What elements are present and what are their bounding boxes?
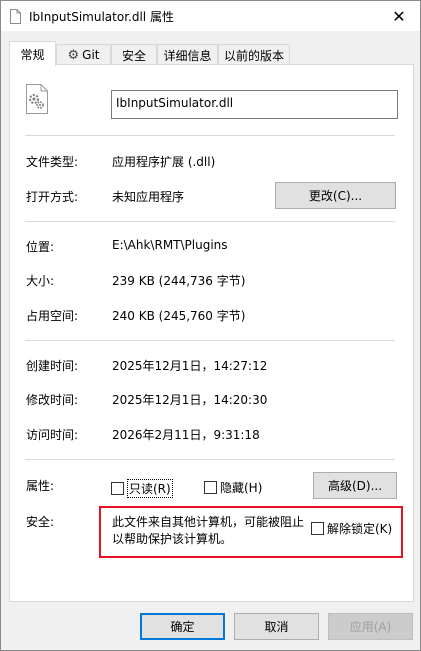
tab-previous-versions[interactable]: 以前的版本 [218, 44, 290, 65]
readonly-checkbox[interactable]: 只读(R) [111, 479, 173, 498]
open-with-value: 未知应用程序 [112, 190, 185, 204]
file-type-label: 文件类型: [26, 155, 79, 169]
file-icon [10, 9, 21, 24]
git-gear-icon: ⚙ [67, 47, 80, 63]
created-value: 2025年12月1日，14:27:12 [112, 359, 268, 373]
size-value: 239 KB (244,736 字节) [112, 274, 246, 288]
file-name-input[interactable]: IbInputSimulator.dll [111, 90, 398, 119]
accessed-value: 2026年2月11日，9:31:18 [112, 428, 260, 442]
tab-security[interactable]: 安全 [111, 44, 157, 65]
security-warning-text: 此文件来自其他计算机，可能被阻止 以帮助保护该计算机。 [112, 515, 305, 546]
hidden-checkbox-label: 隐藏(H) [220, 481, 263, 495]
attributes-label: 属性: [26, 479, 55, 493]
unblock-checkbox-label: 解除锁定(K) [327, 522, 393, 536]
security-label: 安全: [26, 515, 55, 529]
open-with-label: 打开方式: [26, 190, 79, 204]
checkbox-box[interactable] [204, 481, 217, 494]
tab-git[interactable]: ⚙ Git [56, 44, 111, 65]
tab-details[interactable]: 详细信息 [157, 44, 218, 65]
hidden-checkbox[interactable]: 隐藏(H) [204, 479, 262, 496]
change-button[interactable]: 更改(C)... [275, 182, 396, 209]
checkbox-box[interactable] [111, 482, 124, 495]
created-label: 创建时间: [26, 359, 79, 373]
divider [25, 221, 395, 222]
close-icon: ✕ [392, 6, 406, 26]
location-value: E:\Ahk\RMT\Plugins [112, 238, 228, 252]
close-button[interactable]: ✕ [378, 1, 420, 31]
properties-dialog: IbInputSimulator.dll 属性 ✕ 常规 ⚙ Git 安全 详细… [0, 0, 421, 651]
unblock-checkbox[interactable]: 解除锁定(K) [311, 520, 392, 537]
dll-file-gear-icon [26, 84, 48, 114]
title-bar[interactable]: IbInputSimulator.dll 属性 ✕ [1, 1, 420, 31]
window-title: IbInputSimulator.dll 属性 [29, 10, 174, 24]
checkbox-box[interactable] [311, 522, 324, 535]
accessed-label: 访问时间: [26, 428, 79, 442]
divider [25, 340, 395, 341]
size-label: 大小: [26, 274, 55, 288]
readonly-checkbox-label: 只读(R) [127, 479, 173, 498]
apply-button[interactable]: 应用(A) [328, 613, 413, 640]
location-label: 位置: [26, 240, 55, 254]
modified-value: 2025年12月1日，14:20:30 [112, 393, 268, 407]
modified-label: 修改时间: [26, 393, 79, 407]
advanced-button[interactable]: 高级(D)... [313, 472, 397, 499]
divider [25, 135, 395, 136]
divider [25, 459, 395, 460]
size-on-disk-value: 240 KB (245,760 字节) [112, 309, 246, 323]
ok-button[interactable]: 确定 [140, 613, 225, 640]
file-type-value: 应用程序扩展 (.dll) [112, 155, 216, 169]
size-on-disk-label: 占用空间: [26, 309, 79, 323]
cancel-button[interactable]: 取消 [234, 613, 319, 640]
tab-general[interactable]: 常规 [9, 41, 56, 66]
